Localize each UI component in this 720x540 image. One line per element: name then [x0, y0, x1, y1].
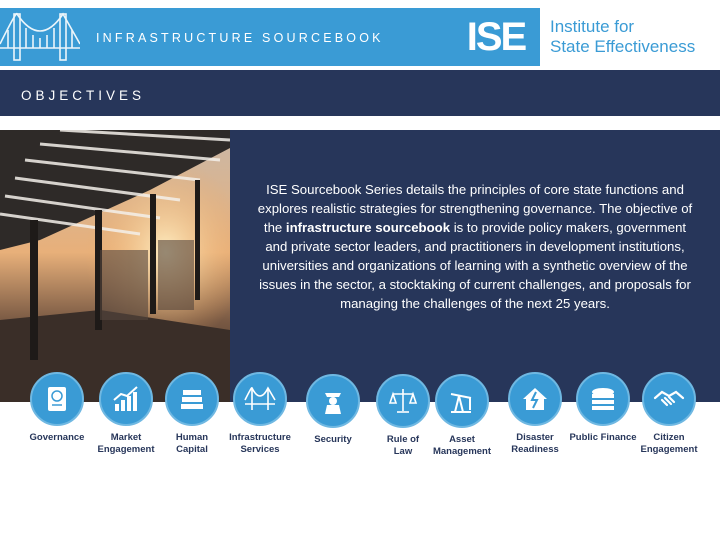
disaster-readiness-icon — [508, 372, 562, 426]
function-citizen-engagement: Citizen Engagement — [629, 372, 709, 456]
icon-label-line-2: Readiness — [511, 444, 559, 455]
infrastructure-services-icon — [233, 372, 287, 426]
governance-icon — [30, 372, 84, 426]
human-capital-icon — [165, 372, 219, 426]
asset-management-icon — [435, 374, 489, 428]
icon-label-line-1: Asset — [449, 434, 475, 445]
market-engagement-icon — [99, 372, 153, 426]
function-asset-management: Asset Management — [422, 374, 502, 458]
icon-label-line-1: Citizen — [653, 432, 685, 443]
public-finance-icon — [576, 372, 630, 426]
icon-label-line-1: Security — [314, 434, 352, 445]
citizen-engagement-icon — [642, 372, 696, 426]
core-functions-icon-row: Governance Market Engagement Human Capital… — [0, 0, 720, 540]
icon-label-line-2: Engagement — [640, 444, 698, 455]
icon-label-line-1: Governance — [29, 432, 85, 443]
security-icon — [306, 374, 360, 428]
icon-label-line-1: Infrastructure — [229, 432, 291, 443]
icon-label-line-2: Management — [432, 446, 492, 457]
function-security: Security — [293, 374, 373, 446]
icon-label-line-2: Services — [240, 444, 280, 455]
function-governance: Governance — [17, 372, 97, 444]
function-infrastructure-services: Infrastructure Services — [220, 372, 300, 456]
